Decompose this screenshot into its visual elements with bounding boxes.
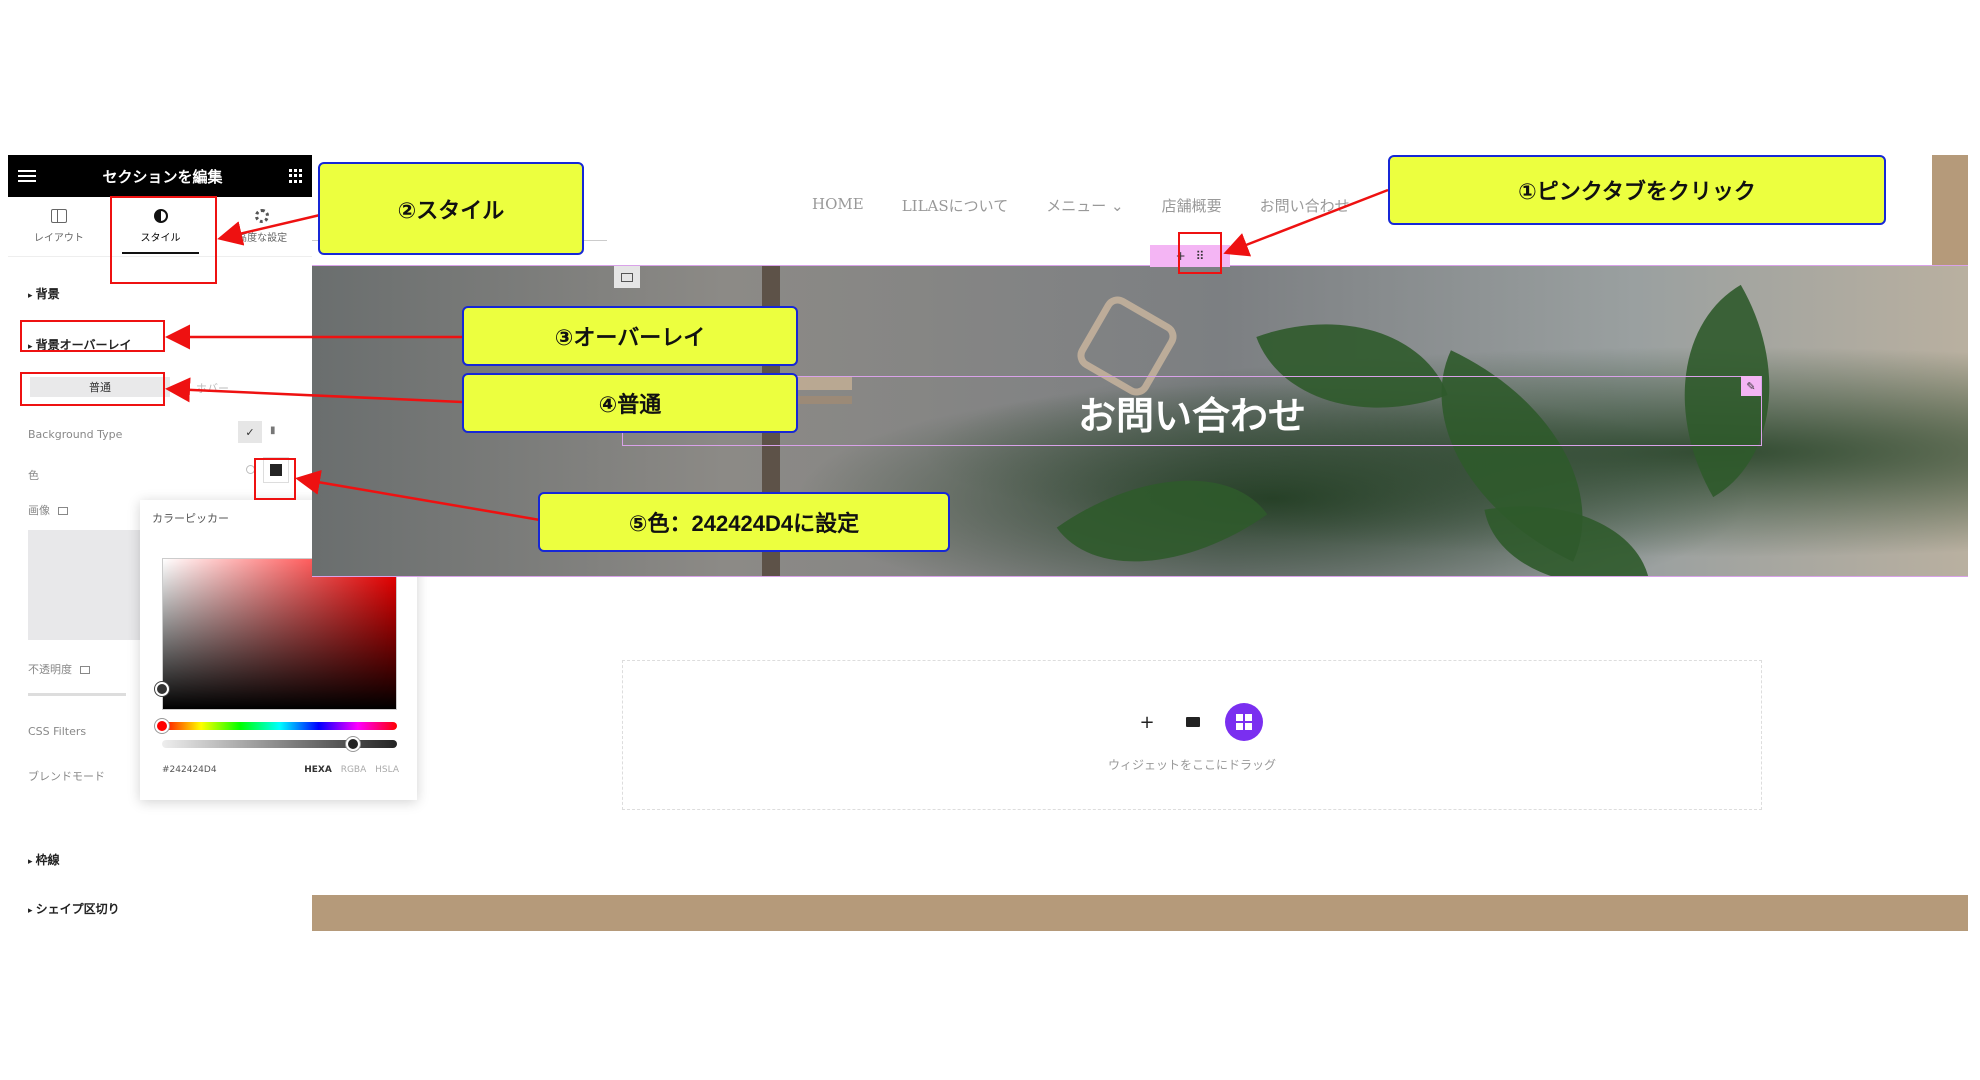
tab-layout[interactable]: レイアウト <box>8 197 110 256</box>
color-picker-title: カラーピッカー <box>152 512 229 525</box>
background-type-label: Background Type <box>28 428 123 441</box>
templates-icon[interactable] <box>1225 703 1263 741</box>
nav-home[interactable]: HOME <box>812 195 864 216</box>
bg-type-gradient-button[interactable]: ▮ <box>270 425 276 436</box>
panel-header: セクションを編集 <box>8 155 313 197</box>
folder-icon[interactable] <box>1179 708 1207 736</box>
nav-store-info[interactable]: 店舗概要 <box>1162 195 1222 216</box>
edit-pencil-icon[interactable]: ✎ <box>1741 376 1761 396</box>
gear-icon <box>255 209 270 223</box>
nav-contact[interactable]: お問い合わせ <box>1260 195 1350 216</box>
hue-handle[interactable] <box>155 719 169 733</box>
highlight-normal <box>20 372 165 406</box>
site-nav: HOME LILASについて メニュー ⌄ 店舗概要 お問い合わせ <box>812 195 1350 216</box>
highlight-style-tab <box>110 196 217 284</box>
nav-menu[interactable]: メニュー ⌄ <box>1046 195 1123 216</box>
column-icon <box>621 272 633 282</box>
image-picker[interactable] <box>28 530 148 640</box>
css-filters-label[interactable]: CSS Filters <box>28 725 86 738</box>
saturation-handle[interactable] <box>155 682 169 696</box>
bg-type-classic-button[interactable]: ✓ <box>238 421 262 443</box>
blend-mode-label: ブレンドモード <box>28 770 105 783</box>
dropzone-text: ウィジェットをここにドラッグ <box>1107 758 1276 772</box>
dropzone-actions: + <box>1133 703 1263 741</box>
highlight-pink-tab <box>1178 232 1222 274</box>
leaf <box>1056 424 1268 576</box>
opacity-label-text: 不透明度 <box>28 663 72 676</box>
callout-step2: ②スタイル <box>318 162 584 255</box>
side-brown-strip <box>1932 155 1968 265</box>
opacity-slider[interactable] <box>28 693 126 696</box>
nav-menu-label: メニュー <box>1046 197 1107 215</box>
nav-about[interactable]: LILASについて <box>902 195 1009 216</box>
layout-icon <box>50 209 67 223</box>
hex-input[interactable]: #242424D4 <box>162 765 217 775</box>
image-label: 画像 <box>28 502 68 518</box>
highlight-color-swatch <box>254 458 296 500</box>
chevron-down-icon: ⌄ <box>1111 197 1124 215</box>
desktop-icon[interactable] <box>80 666 90 674</box>
widget-dropzone[interactable]: + ウィジェットをここにドラッグ <box>622 660 1762 810</box>
color-label: 色 <box>28 469 39 482</box>
highlight-overlay <box>20 320 165 352</box>
footer-brown-band <box>312 895 1968 931</box>
image-label-text: 画像 <box>28 504 50 517</box>
add-icon[interactable]: + <box>1133 708 1161 736</box>
callout-step5: ⑤色：242424D4に設定 <box>538 492 950 552</box>
callout-step3: ③オーバーレイ <box>462 306 798 366</box>
callout-step1: ①ピンクタブをクリック <box>1388 155 1886 225</box>
tab-advanced-label: 高度な設定 <box>237 233 288 244</box>
tab-advanced[interactable]: 高度な設定 <box>211 197 313 256</box>
widgets-grid-icon[interactable] <box>288 169 303 183</box>
opacity-label: 不透明度 <box>28 661 90 677</box>
tab-layout-label: レイアウト <box>33 233 84 244</box>
panel-title: セクションを編集 <box>102 167 223 186</box>
column-handle[interactable] <box>614 266 640 288</box>
desktop-icon[interactable] <box>58 507 68 515</box>
overlay-tab-hover[interactable]: ホバー <box>196 380 229 396</box>
section-shape-divider[interactable]: シェイプ区切り <box>28 900 120 917</box>
section-border[interactable]: 枠線 <box>28 851 60 868</box>
menu-icon[interactable] <box>18 170 36 182</box>
section-background[interactable]: 背景 <box>28 285 60 302</box>
callout-step4: ④普通 <box>462 373 798 433</box>
